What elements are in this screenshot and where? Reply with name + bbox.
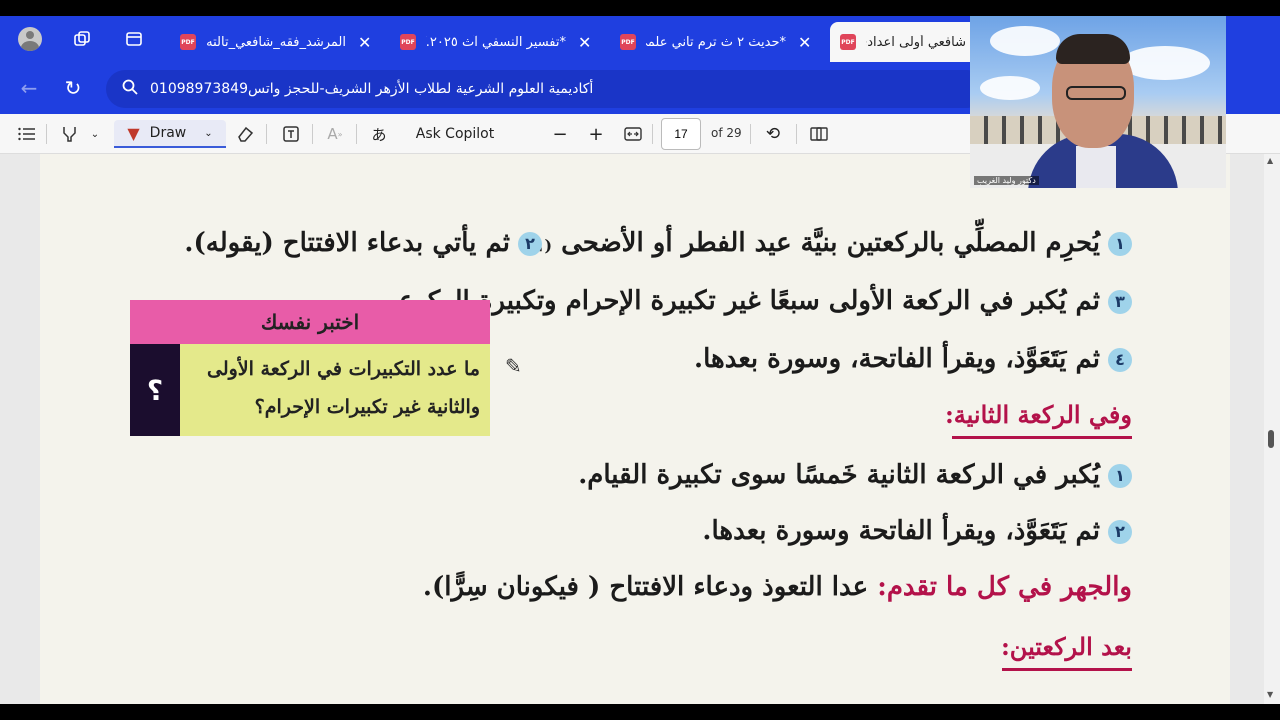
- divider: [312, 124, 313, 144]
- fit-width-icon[interactable]: [622, 120, 644, 148]
- heading-underline: [1002, 668, 1132, 671]
- pencil-cursor-icon: ✎: [505, 354, 522, 378]
- pdf-file-icon: PDF: [840, 34, 856, 50]
- presenter-glasses: [1066, 86, 1126, 100]
- search-icon: [122, 79, 138, 99]
- browser-window: PDF المرشد_فقه_شافعي_تالته ✕ PDF *تفسير …: [0, 16, 1280, 704]
- number-badge: ٢: [1108, 520, 1132, 544]
- pdf-file-icon: PDF: [180, 34, 196, 50]
- section-heading: وفي الركعة الثانية:: [944, 400, 1132, 429]
- highlight-icon[interactable]: [58, 120, 80, 148]
- draw-button[interactable]: ▼ Draw ⌄: [114, 120, 226, 148]
- text-line: ٤ثم يَتَعَوَّذ، ويقرأ الفاتحة، وسورة بعد…: [694, 344, 1132, 374]
- pdf-file-icon: PDF: [400, 34, 416, 50]
- webcam-overlay: دكتور وليد الغريب: [970, 16, 1226, 188]
- ask-copilot-button[interactable]: Ask Copilot: [410, 120, 500, 148]
- profile-avatar[interactable]: [18, 27, 42, 51]
- text-line: والجهر في كل ما تقدم: عدا التعوذ ودعاء ا…: [422, 572, 1132, 602]
- refresh-icon[interactable]: ↻: [60, 75, 86, 101]
- question-mark-icon: ؟: [130, 344, 180, 436]
- divider: [46, 124, 47, 144]
- vertical-scrollbar[interactable]: ▲ ▼: [1264, 154, 1280, 704]
- tab-title: شافعي أولى اعدادي: [866, 34, 966, 50]
- page-view-icon[interactable]: [808, 120, 830, 148]
- tab-pdf-1[interactable]: PDF المرشد_فقه_شافعي_تالته ✕: [170, 22, 386, 62]
- divider: [652, 124, 653, 144]
- zoom-out-icon[interactable]: −: [550, 120, 570, 148]
- cloud: [1120, 46, 1210, 80]
- draw-dropdown-chevron-icon[interactable]: ⌄: [204, 128, 212, 139]
- cloud: [980, 76, 1040, 100]
- number-badge: ٣: [1108, 290, 1132, 314]
- text-line: ١يُحرِم المصلِّي بالركعتين بنيَّة عيد ال…: [523, 228, 1132, 258]
- divider: [796, 124, 797, 144]
- webcam-name-label: دكتور وليد الغريب: [974, 176, 1039, 185]
- translate-icon[interactable]: あ: [368, 120, 390, 148]
- number-badge: ٤: [1108, 348, 1132, 372]
- page-total: of 29: [711, 126, 742, 140]
- eraser-icon[interactable]: [234, 120, 256, 148]
- test-yourself-box: ما عدد التكبيرات في الركعة الأولى والثان…: [180, 344, 490, 436]
- text-line: ٢ثم يَتَعَوَّذ، ويقرأ الفاتحة وسورة بعده…: [702, 516, 1132, 546]
- tab-title: المرشد_فقه_شافعي_تالته: [206, 34, 346, 50]
- zoom-in-icon[interactable]: +: [586, 120, 606, 148]
- rotate-icon[interactable]: ⟲: [762, 120, 784, 148]
- text-box-icon[interactable]: [280, 120, 302, 148]
- read-aloud-icon[interactable]: A»: [324, 120, 346, 148]
- address-text: أكاديمية العلوم الشرعية لطلاب الأزهر الش…: [150, 81, 594, 97]
- number-badge: ١: [1108, 232, 1132, 256]
- heading-underline: [952, 436, 1132, 439]
- close-tab-icon[interactable]: ✕: [578, 33, 591, 52]
- test-yourself-header: اختبر نفسك: [130, 300, 490, 344]
- presenter-hair: [1056, 34, 1130, 64]
- address-bar[interactable]: أكاديمية العلوم الشرعية لطلاب الأزهر الش…: [106, 70, 986, 108]
- pdf-page: ١يُحرِم المصلِّي بالركعتين بنيَّة عيد ال…: [40, 154, 1230, 704]
- tab-title: *تفسير النسفي آث ٢٠٢٥.pdf: [426, 34, 566, 50]
- scrollbar-thumb[interactable]: [1268, 430, 1274, 448]
- question-text: ما عدد التكبيرات في الركعة الأولى والثان…: [206, 358, 480, 418]
- text-line: ٢ثم يأتي بدعاء الافتتاح (يقوله).: [184, 228, 542, 258]
- highlight-dropdown-chevron-icon[interactable]: ⌄: [88, 120, 102, 148]
- text-line: ١يُكبر في الركعة الثانية خَمسًا سوى تكبي…: [578, 460, 1132, 490]
- text-line: ٣ثم يُكبر في الركعة الأولى سبعًا غير تكب…: [399, 286, 1132, 316]
- close-tab-icon[interactable]: ✕: [358, 33, 371, 52]
- draw-label: Draw: [149, 125, 187, 141]
- tab-pdf-active[interactable]: PDF شافعي أولى اعدادي: [830, 22, 980, 62]
- divider: [750, 124, 751, 144]
- tab-title: *حديث ٢ ث ترم تاني علمي: [646, 34, 786, 50]
- section-heading: بعد الركعتين:: [1000, 632, 1132, 661]
- page-number-input[interactable]: [661, 118, 701, 150]
- workspaces-icon[interactable]: [70, 27, 94, 51]
- tab-actions-icon[interactable]: [122, 27, 146, 51]
- pdf-file-icon: PDF: [620, 34, 636, 50]
- back-arrow-icon[interactable]: ←: [16, 75, 42, 101]
- pen-icon: ▼: [127, 123, 140, 143]
- number-badge: ٢: [518, 232, 542, 256]
- red-phrase: والجهر في كل ما تقدم:: [877, 572, 1132, 602]
- divider: [266, 124, 267, 144]
- presenter-collar: [1076, 146, 1116, 188]
- cloud: [990, 26, 1060, 56]
- close-tab-icon[interactable]: ✕: [798, 33, 811, 52]
- tab-pdf-3[interactable]: PDF *حديث ٢ ث ترم تاني علمي ✕: [610, 22, 826, 62]
- contents-list-icon[interactable]: [16, 120, 38, 148]
- tab-pdf-2[interactable]: PDF *تفسير النسفي آث ٢٠٢٥.pdf ✕: [390, 22, 606, 62]
- divider: [356, 124, 357, 144]
- pdf-viewport[interactable]: ١يُحرِم المصلِّي بالركعتين بنيَّة عيد ال…: [0, 154, 1264, 704]
- scroll-down-icon[interactable]: ▼: [1267, 690, 1273, 699]
- number-badge: ١: [1108, 464, 1132, 488]
- scroll-up-icon[interactable]: ▲: [1267, 156, 1273, 165]
